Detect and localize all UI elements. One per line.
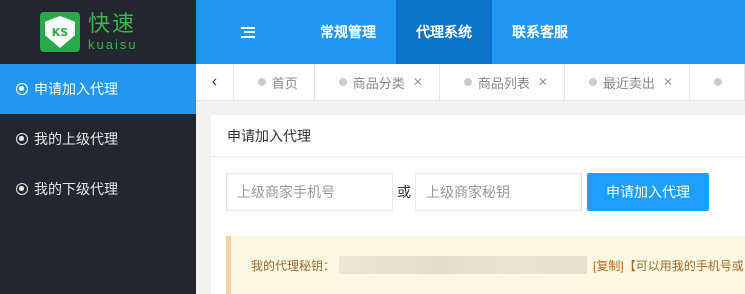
tab-label: 商品分类	[352, 75, 405, 91]
dot-icon	[338, 78, 347, 86]
radio-dot-icon	[16, 133, 28, 145]
tab-label: 首页	[271, 75, 298, 91]
apply-agent-panel: 申请加入代理 上级商家手机号 或 上级商家秘钥 申请加入代理 我的代理秘钥： […	[211, 115, 745, 294]
sidebar: 申请加入代理 我的上级代理 我的下级代理	[0, 64, 196, 294]
dot-icon	[714, 78, 722, 86]
agent-secret-value	[339, 256, 588, 274]
tab-product-list[interactable]: 商品列表 ✕	[440, 64, 565, 100]
sidebar-item-label: 我的下级代理	[34, 181, 118, 197]
logo-name-en: kuaisu	[88, 36, 138, 52]
copy-link[interactable]: [复制]	[593, 257, 624, 274]
nav-item-agent-system[interactable]: 代理系统	[396, 0, 492, 64]
parent-secret-input[interactable]: 上级商家秘钥	[415, 173, 582, 211]
tab-recent-sales[interactable]: 最近卖出 ✕	[565, 64, 690, 100]
tab-label: 最近卖出	[602, 75, 655, 91]
agent-secret-notice: 我的代理秘钥： [复制] 【可以用我的手机号或	[226, 236, 745, 294]
logo-name-cn: 快速	[88, 11, 137, 37]
radio-dot-icon	[16, 83, 28, 95]
panel-title: 申请加入代理	[211, 115, 745, 157]
dot-icon	[588, 78, 597, 86]
close-icon[interactable]: ✕	[663, 75, 673, 89]
sidebar-item-apply-agent[interactable]: 申请加入代理	[0, 64, 196, 114]
dot-icon	[463, 78, 472, 86]
or-label: 或	[397, 184, 411, 200]
radio-dot-icon	[16, 183, 28, 195]
apply-form: 上级商家手机号 或 上级商家秘钥 申请加入代理	[226, 173, 709, 211]
menu-toggle-button[interactable]	[196, 0, 300, 64]
hamburger-icon	[241, 26, 255, 38]
tab-bar: ‹ 首页 商品分类 ✕ 商品列表 ✕ 最近卖出 ✕	[196, 64, 745, 101]
sidebar-item-label: 申请加入代理	[34, 81, 118, 97]
sidebar-item-my-parent-agent[interactable]: 我的上级代理	[0, 114, 196, 164]
notice-tail: 【可以用我的手机号或	[623, 258, 744, 273]
notice-label: 我的代理秘钥：	[251, 258, 336, 273]
parent-phone-input[interactable]: 上级商家手机号	[226, 173, 393, 211]
sidebar-item-my-sub-agent[interactable]: 我的下级代理	[0, 164, 196, 214]
sidebar-item-label: 我的上级代理	[34, 131, 118, 147]
tab-product-category[interactable]: 商品分类 ✕	[315, 64, 440, 100]
tab-label: 商品列表	[477, 75, 530, 91]
logo: KS 快速 kuaisu	[0, 0, 196, 64]
close-icon[interactable]: ✕	[538, 75, 548, 89]
top-navbar: 常规管理 代理系统 联系客服	[196, 0, 745, 64]
tab-home[interactable]: 首页	[234, 64, 315, 100]
tab-overflow[interactable]	[690, 64, 745, 100]
nav-item-customer-service[interactable]: 联系客服	[492, 0, 588, 64]
apply-agent-button[interactable]: 申请加入代理	[587, 173, 709, 211]
chevron-left-icon: ‹	[211, 73, 218, 90]
nav-item-regular-management[interactable]: 常规管理	[300, 0, 396, 64]
close-icon[interactable]: ✕	[413, 75, 423, 89]
logo-badge-text: KS	[51, 25, 69, 39]
tab-scroll-left-button[interactable]: ‹	[196, 64, 234, 100]
shield-logo-icon: KS	[40, 12, 80, 52]
dot-icon	[257, 78, 266, 86]
